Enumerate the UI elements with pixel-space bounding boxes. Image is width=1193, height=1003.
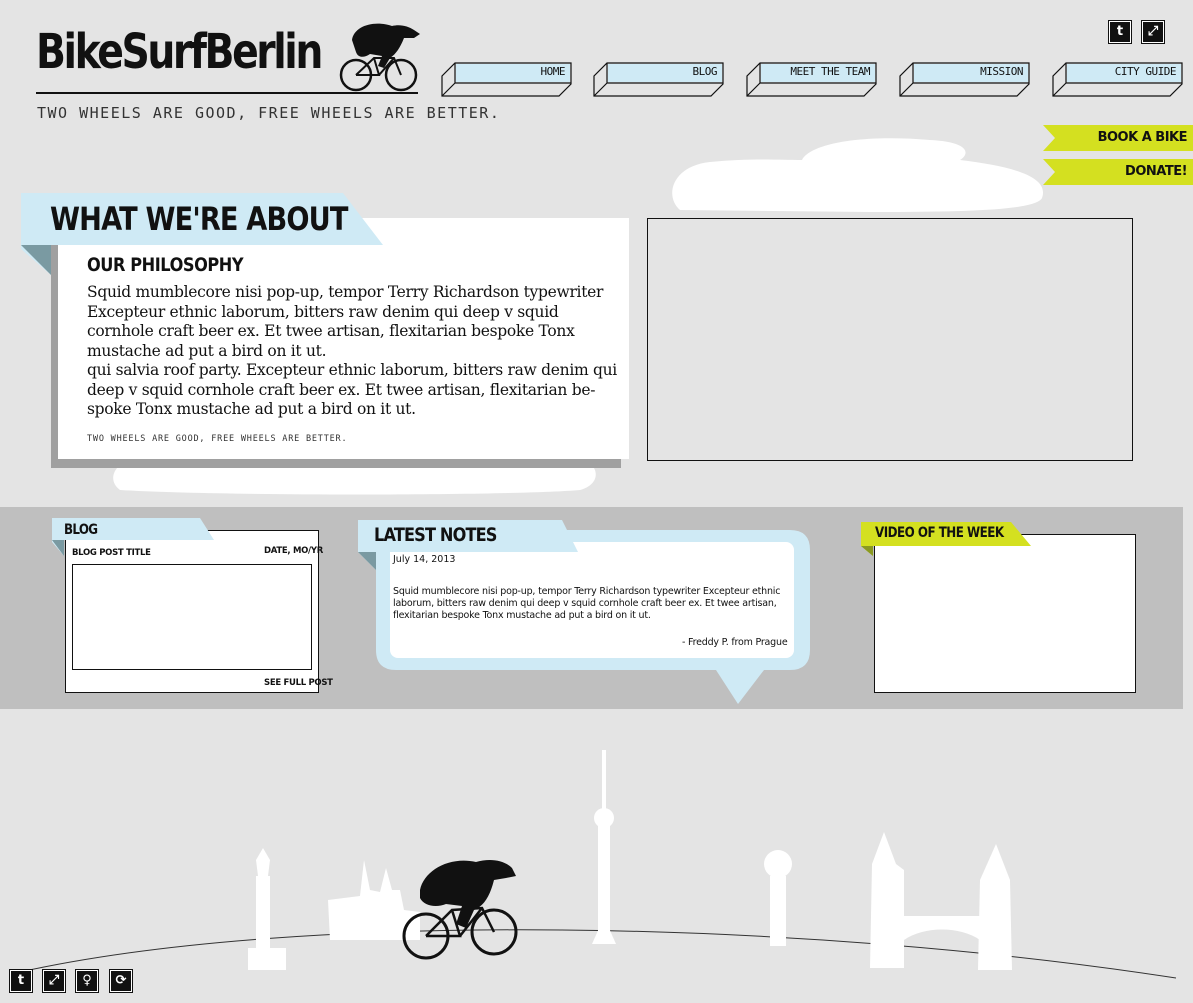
logo-underline xyxy=(36,92,418,94)
twitter-icon[interactable]: t xyxy=(1108,20,1132,44)
donate-button[interactable]: DONATE! xyxy=(1043,159,1193,185)
about-tagline: Two wheels are good, free wheels are bet… xyxy=(87,434,348,444)
nav-home-label: HOME xyxy=(540,65,566,78)
note-body: Squid mumblecore nisi pop-up, tempor Ter… xyxy=(393,586,781,621)
nav-blog-label: BLOG xyxy=(692,65,718,78)
nav-city-guide[interactable]: CITY GUIDE xyxy=(1052,62,1183,97)
note-author: - Freddy P. from Prague xyxy=(682,637,788,648)
twitter-icon[interactable]: t xyxy=(9,969,33,993)
note-date: July 14, 2013 xyxy=(393,554,456,565)
philosophy-paragraph: Squid mumblecore nisi pop-up, tempor Ter… xyxy=(87,283,604,360)
cloud-decoration xyxy=(672,138,1044,212)
refresh-icon[interactable]: ⟳ xyxy=(109,969,133,993)
featured-media-placeholder[interactable] xyxy=(647,218,1133,461)
book-a-bike-label: BOOK A BIKE xyxy=(1097,130,1188,145)
philosophy-paragraph: qui salvia roof party. Excepteur ethnic … xyxy=(87,361,617,418)
site-tagline: Two wheels are good, free wheels are bet… xyxy=(37,104,501,122)
blog-post-date: DATE, MO/YR xyxy=(264,546,323,556)
link-icon[interactable]: ⤢ xyxy=(1141,20,1165,44)
user-icon[interactable]: ♀ xyxy=(75,969,99,993)
see-full-post-link[interactable]: SEE FULL POST xyxy=(264,678,333,688)
link-icon[interactable]: ⤢ xyxy=(42,969,66,993)
video-player[interactable] xyxy=(874,534,1136,693)
nav-blog[interactable]: BLOG xyxy=(593,62,724,97)
book-a-bike-button[interactable]: BOOK A BIKE xyxy=(1043,125,1193,151)
site-logo[interactable]: BikeSurfBerlin xyxy=(36,28,323,76)
nav-meet-the-team-label: MEET THE TEAM xyxy=(790,65,870,78)
blog-heading: BLOG xyxy=(64,522,98,538)
blog-post-image[interactable] xyxy=(72,564,312,670)
latest-notes-heading: LATEST NOTES xyxy=(374,524,497,546)
nav-home[interactable]: HOME xyxy=(441,62,572,97)
video-heading: VIDEO OF THE WEEK xyxy=(875,525,1004,541)
donate-label: DONATE! xyxy=(1125,164,1187,179)
nav-mission[interactable]: MISSION xyxy=(899,62,1030,97)
nav-mission-label: MISSION xyxy=(980,65,1023,78)
nav-city-guide-label: CITY GUIDE xyxy=(1114,65,1177,78)
about-title: WHAT WE'RE ABOUT xyxy=(50,200,348,238)
blog-post-title[interactable]: BLOG POST TITLE xyxy=(72,548,151,558)
philosophy-heading: OUR PHILOSOPHY xyxy=(87,254,244,276)
bear-bike-logo-icon xyxy=(339,23,420,92)
philosophy-body: Squid mumblecore nisi pop-up, tempor Ter… xyxy=(87,283,627,420)
nav-meet-the-team[interactable]: MEET THE TEAM xyxy=(746,62,877,97)
berlin-skyline-illustration xyxy=(19,750,1177,979)
